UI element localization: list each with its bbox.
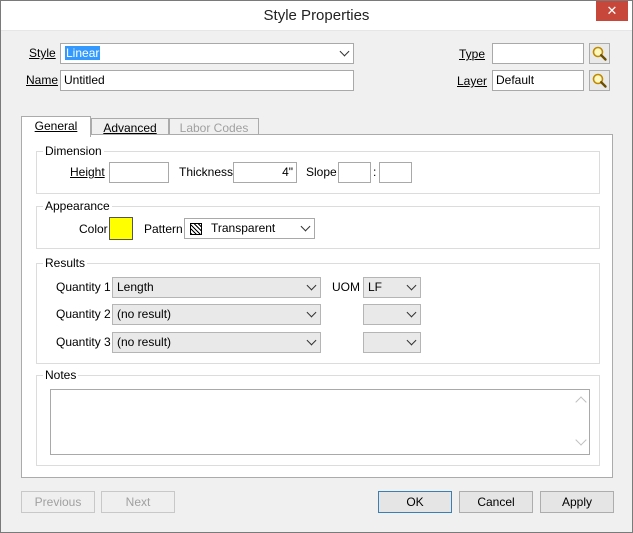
scroll-up-icon[interactable] — [575, 396, 587, 408]
scroll-down-icon[interactable] — [575, 434, 587, 446]
dimension-group: Dimension Height Thickness 4" Slope : — [36, 144, 600, 194]
quantity-1-label: Quantity 1 — [56, 280, 111, 294]
layer-field[interactable]: Default — [492, 70, 584, 91]
window-title: Style Properties — [263, 7, 370, 24]
uom-1-select[interactable]: LF — [363, 277, 421, 298]
notes-group-title: Notes — [43, 368, 79, 382]
pattern-label: Pattern — [144, 222, 183, 236]
notes-textarea[interactable] — [50, 389, 590, 455]
quantity-1-value: Length — [117, 280, 154, 294]
cancel-button[interactable]: Cancel — [459, 491, 533, 513]
style-select[interactable]: Linear — [60, 43, 354, 64]
thickness-label: Thickness — [179, 165, 234, 179]
color-label: Color — [79, 222, 108, 236]
quantity-2-value: (no result) — [117, 307, 172, 321]
general-tab-panel: Dimension Height Thickness 4" Slope : Ap… — [21, 134, 613, 478]
title-bar: Style Properties ✕ — [1, 1, 632, 31]
chevron-down-icon — [339, 46, 350, 57]
chevron-down-icon — [300, 221, 311, 232]
style-properties-dialog: Style Properties ✕ Style Linear Name Unt… — [0, 0, 633, 533]
slope-run-field[interactable] — [379, 162, 412, 183]
slope-label: Slope — [306, 165, 337, 179]
quantity-3-label: Quantity 3 — [56, 335, 111, 349]
pattern-hatch-icon — [190, 223, 202, 235]
quantity-1-select[interactable]: Length — [112, 277, 321, 298]
tab-general[interactable]: General — [21, 116, 91, 137]
type-label: Type — [459, 47, 486, 61]
chevron-down-icon — [306, 307, 317, 318]
slope-separator: : — [373, 165, 377, 179]
quantity-3-select[interactable]: (no result) — [112, 332, 321, 353]
chevron-down-icon — [406, 307, 417, 318]
close-icon: ✕ — [606, 3, 618, 18]
style-label: Style — [29, 46, 56, 60]
name-field[interactable]: Untitled — [60, 70, 354, 91]
quantity-3-value: (no result) — [117, 335, 172, 349]
ok-button[interactable]: OK — [378, 491, 452, 513]
thickness-field[interactable]: 4" — [233, 162, 297, 183]
type-search-button[interactable] — [589, 43, 610, 64]
apply-button[interactable]: Apply — [540, 491, 614, 513]
style-select-value: Linear — [65, 46, 101, 60]
height-field[interactable] — [109, 162, 169, 183]
quantity-2-label: Quantity 2 — [56, 307, 111, 321]
chevron-down-icon — [406, 335, 417, 346]
search-icon — [592, 73, 607, 88]
chevron-down-icon — [306, 335, 317, 346]
layer-search-button[interactable] — [589, 70, 610, 91]
uom-2-select[interactable] — [363, 304, 421, 325]
uom-3-select[interactable] — [363, 332, 421, 353]
next-button[interactable]: Next — [101, 491, 175, 513]
chevron-down-icon — [406, 280, 417, 291]
uom-label: UOM — [332, 280, 360, 294]
type-field[interactable] — [492, 43, 584, 64]
pattern-select[interactable]: Transparent — [184, 218, 315, 239]
uom-1-value: LF — [368, 280, 383, 294]
search-icon — [592, 46, 607, 61]
close-button[interactable]: ✕ — [596, 1, 628, 21]
appearance-group: Appearance Color Pattern Transparent — [36, 199, 600, 249]
pattern-select-value: Transparent — [211, 221, 276, 235]
notes-group: Notes — [36, 368, 600, 466]
color-swatch[interactable] — [109, 217, 133, 240]
dimension-group-title: Dimension — [43, 144, 104, 158]
quantity-2-select[interactable]: (no result) — [112, 304, 321, 325]
previous-button[interactable]: Previous — [21, 491, 95, 513]
appearance-group-title: Appearance — [43, 199, 112, 213]
layer-label: Layer — [457, 74, 488, 88]
name-label: Name — [26, 73, 59, 87]
slope-rise-field[interactable] — [338, 162, 371, 183]
results-group-title: Results — [43, 256, 88, 270]
chevron-down-icon — [306, 280, 317, 291]
height-label: Height — [70, 165, 105, 179]
results-group: Results Quantity 1 Length UOM LF Quantit… — [36, 256, 600, 364]
